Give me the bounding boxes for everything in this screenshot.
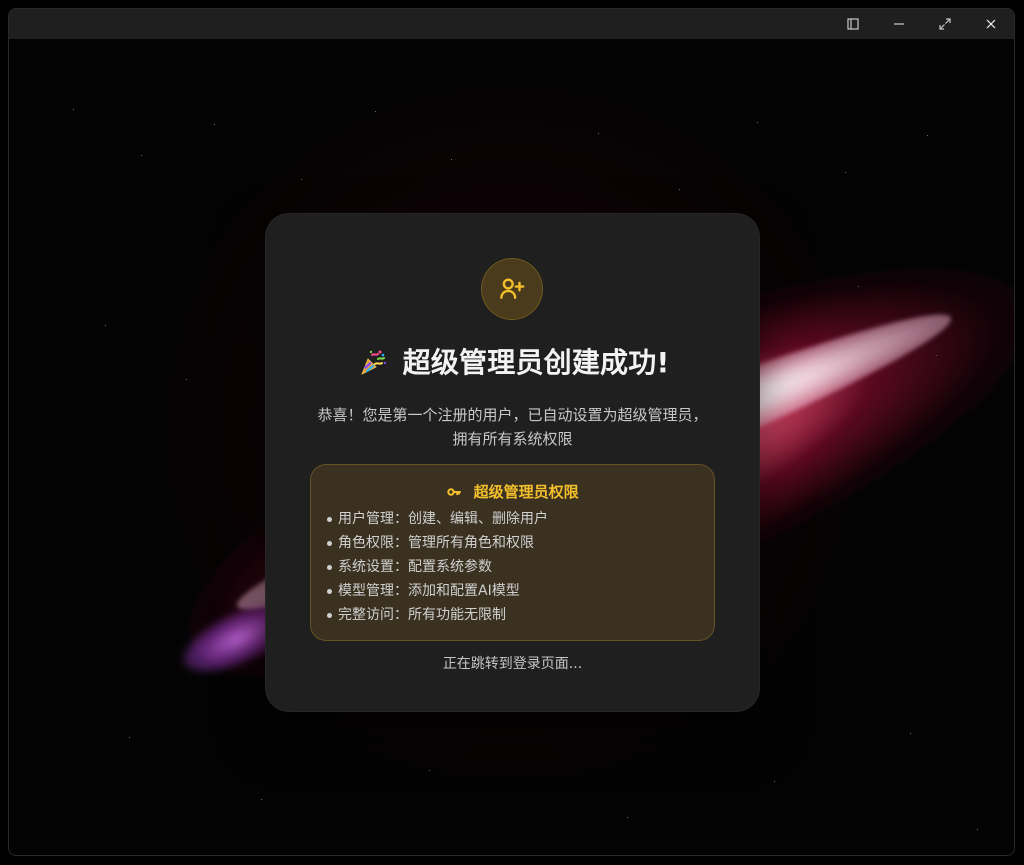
bullet-icon (327, 540, 332, 546)
minimize-icon (892, 17, 906, 31)
bullet-icon (327, 564, 332, 570)
star (301, 179, 302, 180)
star (429, 770, 430, 771)
bullet-icon (327, 588, 332, 594)
redirect-status: 正在跳转到登录页面... (442, 656, 583, 672)
permission-item-system-settings: 系统设置：配置系统参数 (327, 555, 698, 579)
window-titlebar (9, 9, 1014, 40)
subtitle-line-2: 拥有所有系统权限 (452, 430, 573, 448)
star (774, 781, 775, 782)
permission-item-full-access: 完整访问：所有功能无限制 (327, 603, 698, 627)
star (757, 122, 758, 123)
star (129, 737, 130, 738)
key-icon (446, 484, 462, 500)
permissions-header: 超级管理员权限 (311, 479, 714, 504)
maximize-button[interactable] (922, 9, 968, 39)
permissions-list: 用户管理：创建、编辑、删除用户 角色权限：管理所有角色和权限 系统设置：配置系统… (327, 507, 698, 627)
permission-item-role-permissions: 角色权限：管理所有角色和权限 (327, 531, 698, 555)
star (977, 829, 978, 830)
app-window: 超级管理员创建成功! 恭喜！您是第一个注册的用户，已自动设置为超级管理员， 拥有… (8, 8, 1015, 856)
star (73, 109, 74, 110)
close-button[interactable] (968, 9, 1014, 39)
star (375, 111, 376, 112)
window-controls (830, 9, 1014, 39)
permissions-title: 超级管理员权限 (473, 482, 579, 501)
maximize-icon (938, 17, 952, 31)
dialog-subtitle: 恭喜！您是第一个注册的用户，已自动设置为超级管理员， 拥有所有系统权限 (307, 403, 718, 451)
dialog-title: 超级管理员创建成功! (402, 345, 670, 379)
star (598, 133, 599, 134)
star (627, 817, 628, 818)
star (451, 159, 452, 160)
user-plus-icon (497, 274, 527, 304)
permission-text-user-management: 用户管理：创建、编辑、删除用户 (338, 511, 548, 527)
permissions-panel: 超级管理员权限 用户管理：创建、编辑、删除用户 角色权限：管理所有角色和权限 系… (310, 464, 715, 641)
permission-item-model-management: 模型管理：添加和配置AI模型 (327, 579, 698, 603)
star (679, 189, 680, 190)
user-plus-badge (481, 258, 543, 320)
party-popper-icon (356, 346, 390, 380)
star (261, 799, 262, 800)
star (927, 135, 928, 136)
permission-text-role-permissions: 角色权限：管理所有角色和权限 (338, 535, 534, 551)
subtitle-line-1: 恭喜！您是第一个注册的用户，已自动设置为超级管理员， (317, 406, 708, 424)
bullet-icon (327, 612, 332, 618)
sidebar-toggle-button[interactable] (830, 9, 876, 39)
permission-text-system-settings: 系统设置：配置系统参数 (338, 559, 492, 575)
star (186, 379, 187, 380)
success-dialog: 超级管理员创建成功! 恭喜！您是第一个注册的用户，已自动设置为超级管理员， 拥有… (265, 213, 760, 712)
minimize-button[interactable] (876, 9, 922, 39)
permission-item-user-management: 用户管理：创建、编辑、删除用户 (327, 507, 698, 531)
star (214, 124, 215, 125)
permission-text-full-access: 完整访问：所有功能无限制 (338, 607, 506, 623)
star (105, 325, 106, 326)
star (141, 155, 142, 156)
bullet-icon (327, 516, 332, 522)
permission-text-model-management: 模型管理：添加和配置AI模型 (338, 583, 520, 599)
sidebar-icon (846, 17, 860, 31)
dialog-title-row: 超级管理员创建成功! (265, 340, 760, 385)
star (845, 172, 846, 173)
star (910, 733, 911, 734)
close-icon (984, 17, 998, 31)
